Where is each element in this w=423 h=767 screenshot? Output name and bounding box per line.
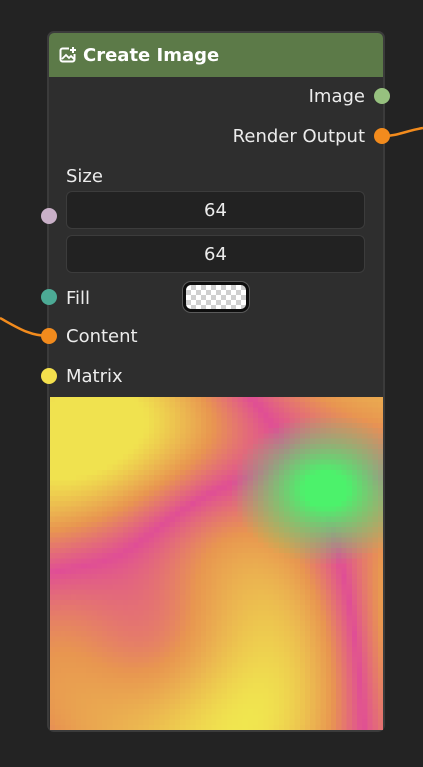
fill-color-swatch[interactable] <box>183 282 249 312</box>
size-input-socket[interactable] <box>41 208 57 224</box>
node-graph-canvas[interactable]: Create Image Image Render Output Size 64… <box>0 0 423 767</box>
size-height-value: 64 <box>204 243 227 265</box>
matrix-label: Matrix <box>66 366 123 387</box>
size-height-field[interactable]: 64 <box>66 235 365 273</box>
node-title: Create Image <box>83 44 220 66</box>
image-preview <box>50 397 383 730</box>
size-width-field[interactable]: 64 <box>66 191 365 229</box>
fill-label: Fill <box>66 288 91 309</box>
node-header[interactable]: Create Image <box>49 33 383 77</box>
content-input-socket[interactable] <box>41 328 57 344</box>
matrix-input-socket[interactable] <box>41 368 57 384</box>
output-render-label: Render Output <box>232 126 365 147</box>
output-image-socket[interactable] <box>374 88 390 104</box>
content-label: Content <box>66 326 138 347</box>
size-label: Size <box>66 166 103 187</box>
image-plus-icon <box>59 46 77 64</box>
fill-input-socket[interactable] <box>41 289 57 305</box>
output-image-label: Image <box>308 86 365 107</box>
output-render-socket[interactable] <box>374 128 390 144</box>
size-width-value: 64 <box>204 199 227 221</box>
